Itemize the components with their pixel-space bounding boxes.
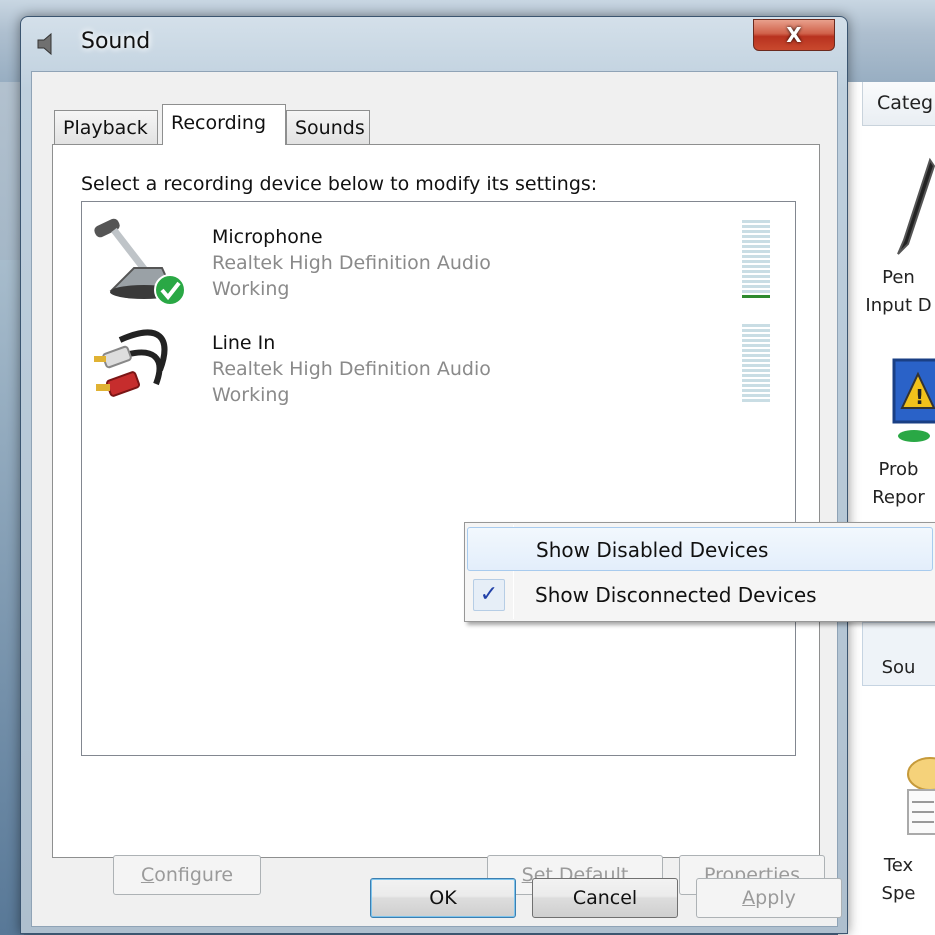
dialog-title: Sound bbox=[81, 29, 151, 54]
dialog-titlebar[interactable]: Sound X bbox=[21, 17, 847, 71]
level-segment bbox=[742, 374, 770, 377]
level-segment bbox=[742, 394, 770, 397]
speaker-icon bbox=[35, 31, 61, 57]
menu-item-show-disconnected-devices[interactable]: ✓ Show Disconnected Devices bbox=[467, 573, 933, 617]
level-meter bbox=[742, 220, 770, 300]
level-segment bbox=[742, 255, 770, 258]
level-meter bbox=[742, 324, 770, 404]
background-item-problem-label2[interactable]: Repor bbox=[862, 486, 935, 510]
background-item-problem-label1[interactable]: Prob bbox=[862, 458, 935, 482]
device-list-context-menu: Show Disabled Devices ✓ Show Disconnecte… bbox=[464, 522, 935, 622]
device-name: Microphone bbox=[212, 226, 323, 248]
level-segment bbox=[742, 369, 770, 372]
level-segment bbox=[742, 324, 770, 327]
background-item-pen-label2[interactable]: Input D bbox=[862, 294, 935, 318]
level-segment bbox=[742, 235, 770, 238]
apply-label: pply bbox=[755, 887, 796, 909]
level-segment bbox=[742, 285, 770, 288]
level-segment bbox=[742, 359, 770, 362]
recording-device-list[interactable]: Microphone Realtek High Definition Audio… bbox=[81, 201, 796, 756]
level-segment bbox=[742, 399, 770, 402]
level-segment bbox=[742, 275, 770, 278]
menu-item-show-disabled-devices[interactable]: Show Disabled Devices bbox=[467, 527, 933, 571]
level-segment bbox=[742, 339, 770, 342]
background-item-pen-label1[interactable]: Pen bbox=[862, 266, 935, 290]
level-segment bbox=[742, 280, 770, 283]
checkmark-icon: ✓ bbox=[473, 579, 505, 611]
level-segment bbox=[742, 250, 770, 253]
level-segment bbox=[742, 230, 770, 233]
configure-button[interactable]: Configure bbox=[113, 855, 261, 895]
level-segment bbox=[742, 344, 770, 347]
background-item-sound-label1[interactable]: Sou bbox=[862, 656, 935, 680]
level-segment bbox=[742, 384, 770, 387]
background-item-speech-label1[interactable]: Tex bbox=[862, 854, 935, 878]
device-driver: Realtek High Definition Audio bbox=[212, 358, 491, 380]
device-row-microphone[interactable]: Microphone Realtek High Definition Audio… bbox=[82, 204, 795, 308]
level-segment bbox=[742, 270, 770, 273]
level-segment bbox=[742, 265, 770, 268]
sound-dialog: Sound X Playback Recording Sounds Select… bbox=[20, 16, 848, 934]
tab-playback[interactable]: Playback bbox=[54, 110, 158, 144]
level-segment bbox=[742, 240, 770, 243]
level-segment bbox=[742, 290, 770, 293]
close-button[interactable]: X bbox=[753, 19, 835, 51]
level-segment bbox=[742, 349, 770, 352]
level-segment bbox=[742, 295, 770, 298]
background-item-speech-label2[interactable]: Spe bbox=[862, 882, 935, 906]
level-segment bbox=[742, 364, 770, 367]
device-name: Line In bbox=[212, 332, 276, 354]
text-to-speech-icon[interactable] bbox=[890, 744, 935, 844]
pen-icon[interactable] bbox=[890, 150, 935, 260]
level-segment bbox=[742, 354, 770, 357]
apply-mnemonic: A bbox=[742, 887, 756, 909]
level-segment bbox=[742, 225, 770, 228]
level-segment bbox=[742, 260, 770, 263]
configure-mnemonic: C bbox=[140, 864, 155, 886]
tab-sounds[interactable]: Sounds bbox=[286, 110, 370, 144]
instruction-text: Select a recording device below to modif… bbox=[81, 173, 598, 195]
svg-text:!: ! bbox=[915, 385, 924, 409]
level-segment bbox=[742, 379, 770, 382]
microphone-icon bbox=[90, 212, 190, 308]
level-segment bbox=[742, 329, 770, 332]
device-status: Working bbox=[212, 278, 290, 300]
level-segment bbox=[742, 220, 770, 223]
device-driver: Realtek High Definition Audio bbox=[212, 252, 491, 274]
dialog-client-area: Playback Recording Sounds Select a recor… bbox=[31, 71, 842, 927]
level-segment bbox=[742, 389, 770, 392]
menu-item-label: Show Disconnected Devices bbox=[535, 583, 817, 607]
ok-button[interactable]: OK bbox=[370, 878, 516, 918]
cancel-button[interactable]: Cancel bbox=[532, 878, 678, 918]
menu-item-label: Show Disabled Devices bbox=[536, 538, 769, 562]
recording-tab-page: Select a recording device below to modif… bbox=[52, 144, 825, 895]
apply-button[interactable]: Apply bbox=[696, 878, 842, 918]
background-category-header[interactable]: Categ bbox=[862, 82, 935, 126]
tab-recording[interactable]: Recording bbox=[162, 104, 286, 145]
level-segment bbox=[742, 245, 770, 248]
problem-reports-icon[interactable]: ! bbox=[890, 352, 935, 448]
device-status: Working bbox=[212, 384, 290, 406]
device-row-line-in[interactable]: Line In Realtek High Definition Audio Wo… bbox=[82, 310, 795, 414]
line-in-cable-icon bbox=[90, 318, 190, 414]
level-segment bbox=[742, 334, 770, 337]
configure-label: onfigure bbox=[154, 864, 234, 886]
